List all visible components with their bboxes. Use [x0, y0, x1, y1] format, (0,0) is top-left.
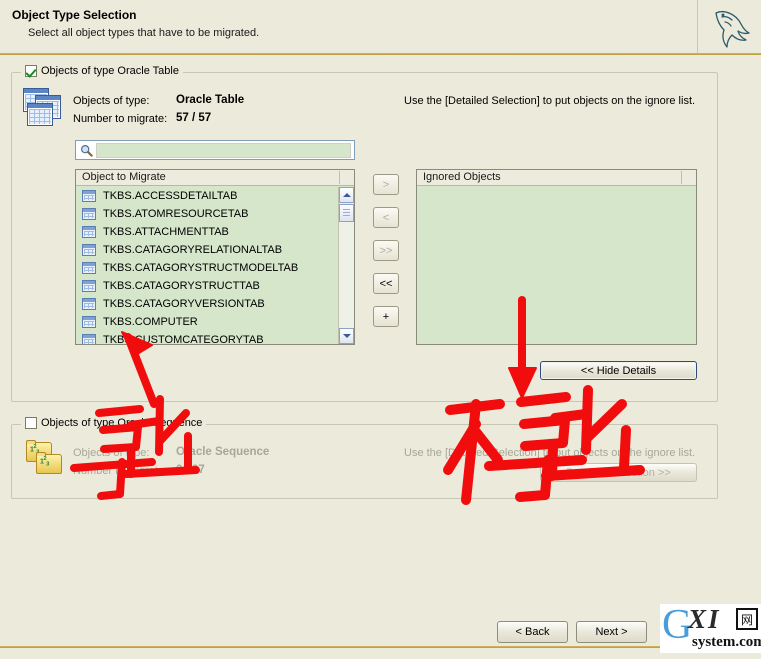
oracle-sequence-checkbox[interactable]: [25, 417, 37, 429]
oracle-sequence-hint: Use the [Detailed Selection] to put obje…: [404, 447, 696, 459]
table-icon: [82, 262, 96, 274]
page-title: Object Type Selection: [12, 8, 137, 22]
table-icon: [82, 244, 96, 256]
move-right-button[interactable]: >: [373, 174, 399, 195]
list-item-label: TKBS.CATAGORYSTRUCTMODELTAB: [103, 262, 299, 274]
add-object-label: +: [382, 310, 390, 323]
oracle-table-count-value: 57 / 57: [176, 112, 212, 124]
list-item-label: TKBS.CATAGORYRELATIONALTAB: [103, 244, 283, 256]
detailed-selection-button[interactable]: Detailed Selection >>: [540, 463, 697, 482]
move-all-left-label: <<: [379, 277, 393, 290]
oracle-sequence-folder-icon: 123 123: [24, 438, 72, 480]
object-to-migrate-header: Object to Migrate: [76, 170, 354, 186]
add-object-button[interactable]: +: [373, 306, 399, 327]
ignored-objects-header: Ignored Objects: [417, 170, 696, 186]
oracle-sequence-type-label: Objects of type:: [73, 447, 150, 459]
oracle-table-count-label: Number to migrate:: [73, 113, 168, 125]
object-to-migrate-body[interactable]: TKBS.ACCESSDETAILTAB TKBS.ATOMRESOURCETA…: [76, 187, 354, 344]
table-icon: [82, 190, 96, 202]
ignored-objects-list[interactable]: Ignored Objects: [416, 169, 697, 345]
oracle-sequence-type-value: Oracle Sequence: [176, 446, 270, 458]
watermark-box-glyph: 网: [736, 608, 758, 630]
watermark-system: system.com: [692, 634, 761, 650]
oracle-table-type-value: Oracle Table: [176, 94, 245, 106]
search-magnifier-icon: [76, 141, 96, 159]
list-vertical-scrollbar[interactable]: [338, 187, 354, 344]
object-search-box[interactable]: [75, 140, 355, 160]
footer-divider: [0, 646, 761, 648]
list-item[interactable]: TKBS.ACCESSDETAILTAB: [76, 187, 354, 205]
ignored-objects-body[interactable]: [417, 187, 696, 344]
scrollbar-thumb[interactable]: [339, 204, 354, 222]
move-right-label: >: [382, 178, 390, 191]
oracle-table-group-legend[interactable]: Objects of type Oracle Table: [21, 65, 183, 77]
list-item[interactable]: TKBS.CATAGORYSTRUCTTAB: [76, 277, 354, 295]
move-all-right-label: >>: [379, 244, 393, 257]
watermark-xi: XI: [688, 604, 721, 634]
oracle-sequence-count-label: Number to migrate:: [73, 465, 168, 477]
next-button-label: Next >: [595, 626, 628, 638]
search-input[interactable]: [96, 142, 351, 158]
oracle-table-legend-label: Objects of type Oracle Table: [41, 65, 179, 77]
ignored-objects-header-label: Ignored Objects: [423, 171, 501, 183]
oracle-sequence-group: Objects of type Oracle Sequence 123 123 …: [11, 417, 718, 499]
list-item[interactable]: TKBS.CATAGORYVERSIONTAB: [76, 295, 354, 313]
table-icon: [82, 208, 96, 220]
hide-details-button[interactable]: << Hide Details: [540, 361, 697, 380]
table-icon: [82, 298, 96, 310]
list-item[interactable]: TKBS.CATAGORYSTRUCTMODELTAB: [76, 259, 354, 277]
oracle-table-stack-icon: [23, 88, 67, 128]
list-item-label: TKBS.COMPUTER: [103, 316, 198, 328]
table-icon: [82, 334, 96, 344]
hide-details-label: << Hide Details: [580, 364, 657, 377]
oracle-table-type-label: Objects of type:: [73, 95, 150, 107]
watermark-logo: G XI 网 system.com: [660, 604, 761, 653]
list-item[interactable]: TKBS.COMPUTER: [76, 313, 354, 331]
move-left-label: <: [382, 211, 390, 224]
oracle-table-group: Objects of type Oracle Table Objects of …: [11, 65, 718, 402]
list-item-label: TKBS.CUSTOMCATEGORYTAB: [103, 334, 264, 344]
column-divider: [339, 171, 340, 184]
back-button[interactable]: < Back: [497, 621, 568, 643]
chevron-up-icon: [342, 193, 351, 197]
move-all-left-button[interactable]: <<: [373, 273, 399, 294]
oracle-table-hint: Use the [Detailed Selection] to put obje…: [404, 95, 696, 107]
move-all-right-button[interactable]: >>: [373, 240, 399, 261]
list-item-label: TKBS.CATAGORYVERSIONTAB: [103, 298, 265, 310]
object-to-migrate-list[interactable]: Object to Migrate TKBS.ACCESSDETAILTAB T…: [75, 169, 355, 345]
list-item[interactable]: TKBS.CUSTOMCATEGORYTAB: [76, 331, 354, 344]
chevron-down-icon: [342, 334, 351, 338]
detailed-selection-label: Detailed Selection >>: [566, 466, 671, 479]
oracle-sequence-group-legend[interactable]: Objects of type Oracle Sequence: [21, 417, 207, 429]
list-item[interactable]: TKBS.ATTACHMENTTAB: [76, 223, 354, 241]
list-item-label: TKBS.ATTACHMENTTAB: [103, 226, 229, 238]
oracle-sequence-count-value: 0 / 97: [176, 464, 205, 476]
list-item[interactable]: TKBS.ATOMRESOURCETAB: [76, 205, 354, 223]
wizard-header: Object Type Selection Select all object …: [0, 0, 761, 55]
header-divider: [0, 53, 761, 55]
table-icon: [82, 316, 96, 328]
table-icon: [82, 280, 96, 292]
list-item-label: TKBS.ATOMRESOURCETAB: [103, 208, 249, 220]
scroll-up-button[interactable]: [339, 187, 354, 203]
back-button-label: < Back: [515, 626, 550, 638]
scroll-down-button[interactable]: [339, 328, 354, 344]
oracle-table-checkbox[interactable]: [25, 65, 37, 77]
next-button[interactable]: Next >: [576, 621, 647, 643]
move-left-button[interactable]: <: [373, 207, 399, 228]
object-to-migrate-header-label: Object to Migrate: [82, 171, 166, 183]
column-divider: [681, 171, 682, 184]
oracle-sequence-legend-label: Objects of type Oracle Sequence: [41, 417, 203, 429]
list-item-label: TKBS.ACCESSDETAILTAB: [103, 190, 238, 202]
table-icon: [82, 226, 96, 238]
page-subtitle: Select all object types that have to be …: [28, 27, 260, 39]
mysql-dolphin-icon: [697, 0, 761, 54]
list-item-label: TKBS.CATAGORYSTRUCTTAB: [103, 280, 260, 292]
list-item[interactable]: TKBS.CATAGORYRELATIONALTAB: [76, 241, 354, 259]
